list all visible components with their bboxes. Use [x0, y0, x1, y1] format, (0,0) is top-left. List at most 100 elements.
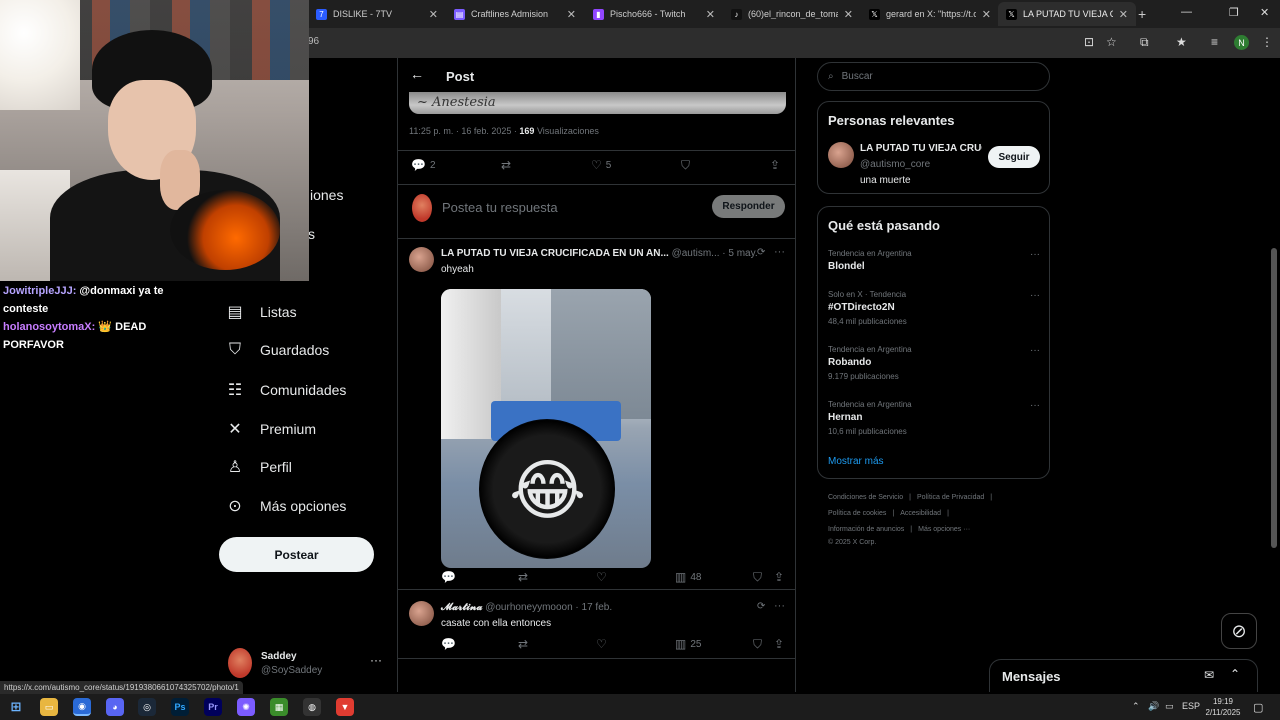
language-indicator[interactable]: ESP [1182, 701, 1200, 711]
app-icon[interactable]: ✺ [237, 698, 255, 716]
expand-icon[interactable]: ⌃ [1230, 667, 1240, 681]
show-more-link[interactable]: Mostrar más [828, 456, 884, 467]
tweet-photo[interactable]: 😂 [441, 289, 651, 568]
more-dots-icon[interactable]: ··· [1030, 290, 1040, 301]
photoshop-icon[interactable]: Ps [171, 698, 189, 716]
more-dots-icon[interactable]: ··· [1030, 345, 1040, 356]
share-action[interactable]: ⇪ [774, 570, 784, 584]
reply-action[interactable]: 💬 [441, 570, 456, 584]
new-message-icon[interactable]: ✉ [1204, 668, 1214, 682]
favorites-icon[interactable]: ★ [1176, 35, 1187, 49]
more-dots-icon[interactable]: ··· [774, 600, 785, 612]
profile-avatar[interactable]: N [1234, 35, 1249, 50]
close-tab-icon[interactable]: ✕ [429, 8, 438, 21]
footer-link[interactable]: Información de anuncios [828, 526, 904, 533]
network-icon[interactable]: ▭ [1165, 701, 1174, 712]
nav-item-partial[interactable]: s [308, 226, 315, 242]
browser-tab[interactable]: ▮ Pischo666 - Twitch ✕ [585, 2, 723, 26]
nav-item-lists[interactable]: ▤ Listas [226, 302, 296, 322]
author-handle[interactable]: @autism... · 5 may. [672, 248, 758, 259]
media-control-icon[interactable]: ≡ [1211, 35, 1218, 49]
trend-item[interactable]: Tendencia en Argentina Hernan 10,6 mil p… [828, 400, 1040, 436]
browser-tab-active[interactable]: 𝕏 LA PUTAD TU VIEJA CRUC ✕ [998, 2, 1136, 26]
reply-action[interactable]: 💬 2 [411, 158, 436, 172]
close-tab-icon[interactable]: ✕ [844, 8, 853, 21]
premiere-icon[interactable]: Pr [204, 698, 222, 716]
nav-item-profile[interactable]: ♙ Perfil [226, 457, 292, 477]
extensions-icon[interactable]: ⧉ [1140, 35, 1149, 50]
system-clock[interactable]: 19:19 2/11/2025 [1200, 696, 1246, 718]
menu-kebab-icon[interactable]: ⋮ [1261, 35, 1273, 49]
repost-action[interactable]: ⇄ [518, 570, 528, 584]
grok-icon[interactable]: ⟳ [757, 247, 765, 258]
like-action[interactable]: ♡ 5 [591, 158, 611, 172]
views-action[interactable]: ▥ 48 [675, 570, 701, 584]
bookmark-action[interactable]: ⛉ [753, 637, 762, 652]
post-button[interactable]: Postear [219, 537, 374, 572]
close-tab-icon[interactable]: ✕ [567, 8, 576, 21]
browser-tab[interactable]: 7 DISLIKE - 7TV ✕ [308, 2, 446, 26]
scrollbar[interactable] [1270, 58, 1278, 692]
messages-drawer[interactable]: Mensajes ✉ ⌃ [989, 659, 1258, 692]
user-handle[interactable]: @autismo_core [860, 159, 930, 170]
author-handle[interactable]: @ourhoneyymooon · 17 feb. [485, 602, 612, 613]
reply-tweet[interactable]: 𝓜𝓪𝓻𝓽𝓲𝓷𝓪 @ourhoneyymooon · 17 feb. ⟳ ··· … [398, 598, 795, 660]
footer-link[interactable]: Accesibilidad [900, 510, 941, 517]
grok-icon[interactable]: ⟳ [757, 601, 765, 612]
reply-input[interactable]: Postea tu respuesta [442, 200, 558, 215]
url-text[interactable]: 96 [308, 36, 319, 47]
post-timestamp[interactable]: 11:25 p. m. · 16 feb. 2025 · [409, 126, 517, 136]
trend-item[interactable]: Solo en X · Tendencia #OTDirecto2N 48,4 … [828, 290, 1040, 326]
avatar[interactable] [409, 601, 434, 626]
browser-tab[interactable]: 𝕏 gerard en X: "https://t.co ✕ [861, 2, 999, 26]
reply-action[interactable]: 💬 [441, 637, 456, 651]
author-name[interactable]: 𝓜𝓪𝓻𝓽𝓲𝓷𝓪 [441, 602, 482, 613]
views-action[interactable]: ▥ 25 [675, 637, 701, 651]
file-explorer-icon[interactable]: ▭ [40, 698, 58, 716]
install-app-icon[interactable]: ⊡ [1084, 35, 1094, 49]
repost-action[interactable]: ⇄ [518, 637, 528, 651]
footer-link[interactable]: Condiciones de Servicio [828, 494, 903, 501]
avatar[interactable] [409, 247, 434, 272]
footer-link[interactable]: Más opciones ··· [918, 526, 970, 533]
more-dots-icon[interactable]: ··· [1030, 400, 1040, 411]
windows-start-icon[interactable]: ⊞ [7, 698, 25, 716]
restore-icon[interactable]: ❐ [1229, 6, 1239, 19]
author-name[interactable]: LA PUTAD TU VIEJA CRUCIFICADA EN UN AN..… [441, 248, 669, 259]
footer-link[interactable]: Política de Privacidad [917, 494, 984, 501]
close-window-icon[interactable]: ✕ [1260, 6, 1269, 19]
nav-item-more[interactable]: ⊙ Más opciones [226, 496, 346, 516]
account-switcher[interactable]: Saddey @SoySaddey ··· [228, 648, 388, 682]
reply-tweet[interactable]: LA PUTAD TU VIEJA CRUCIFICADA EN UN AN..… [398, 244, 795, 588]
share-action[interactable]: ⇪ [770, 158, 780, 172]
discord-icon[interactable]: ◕ [106, 698, 124, 716]
bookmark-action[interactable]: ⛉ [681, 158, 690, 173]
nav-item-bookmarks[interactable]: ⛉ Guardados [226, 341, 329, 359]
close-tab-icon[interactable]: ✕ [1119, 8, 1128, 21]
bookmark-star-icon[interactable]: ☆ [1106, 35, 1117, 49]
minecraft-icon[interactable]: ▦ [270, 698, 288, 716]
nav-item-communities[interactable]: ☷ Comunidades [226, 380, 347, 400]
bookmark-action[interactable]: ⛉ [753, 570, 762, 585]
post-image-partial[interactable]: ~ Anestesia [409, 92, 786, 114]
volume-icon[interactable]: 🔊 [1148, 701, 1159, 712]
scrollbar-thumb[interactable] [1271, 248, 1277, 548]
browser-tab[interactable]: ♪ (60)el_rincon_de_tomax ( ✕ [723, 2, 861, 26]
nav-item-partial[interactable]: iones [310, 187, 343, 203]
steam-icon[interactable]: ◎ [138, 698, 156, 716]
chrome-icon[interactable]: ◉ [73, 698, 91, 716]
trend-item[interactable]: Tendencia en Argentina Blondel ··· [828, 249, 1040, 272]
repost-action[interactable]: ⇄ [501, 158, 511, 172]
grok-button[interactable]: ⊘ [1221, 613, 1257, 649]
more-dots-icon[interactable]: ··· [774, 246, 785, 258]
notifications-icon[interactable]: ▢ [1253, 701, 1263, 714]
obs-icon[interactable]: ◍ [303, 698, 321, 716]
follow-button[interactable]: Seguir [988, 146, 1040, 168]
brave-icon[interactable]: ▼ [336, 698, 354, 716]
trend-item[interactable]: Tendencia en Argentina Robando 9.179 pub… [828, 345, 1040, 381]
share-action[interactable]: ⇪ [774, 637, 784, 651]
search-input[interactable]: ⌕ Buscar [817, 62, 1050, 91]
reply-button[interactable]: Responder [712, 195, 785, 218]
avatar[interactable] [828, 142, 854, 168]
like-action[interactable]: ♡ [596, 570, 607, 584]
